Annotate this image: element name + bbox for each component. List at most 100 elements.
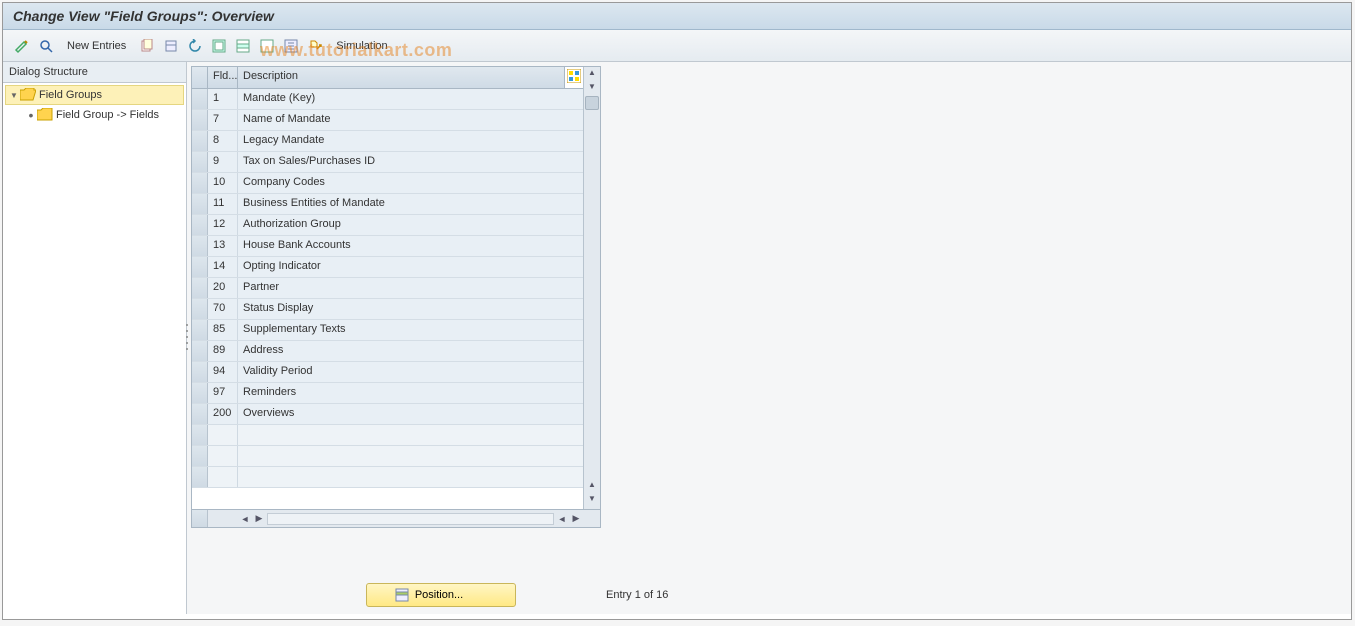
cell-fld[interactable]: 97 (208, 383, 238, 403)
cell-fld[interactable]: 20 (208, 278, 238, 298)
row-selector[interactable] (192, 194, 208, 214)
cell-fld[interactable]: 85 (208, 320, 238, 340)
table-row-empty[interactable] (192, 425, 583, 446)
cell-description[interactable]: Business Entities of Mandate (238, 194, 583, 214)
other-entry-icon[interactable] (37, 37, 55, 55)
cell-fld[interactable]: 8 (208, 131, 238, 151)
configuration-icon[interactable] (282, 37, 300, 55)
position-button[interactable]: Position... (366, 583, 516, 607)
cell-description[interactable]: Company Codes (238, 173, 583, 193)
copy-as-icon[interactable] (138, 37, 156, 55)
table-row[interactable]: 9Tax on Sales/Purchases ID (192, 152, 583, 173)
toggle-display-change-icon[interactable] (13, 37, 31, 55)
table-row[interactable]: 13House Bank Accounts (192, 236, 583, 257)
scroll-track[interactable] (584, 96, 600, 480)
table-row[interactable]: 89Address (192, 341, 583, 362)
deselect-all-icon[interactable] (258, 37, 276, 55)
cell-fld[interactable]: 13 (208, 236, 238, 256)
cell-description[interactable]: House Bank Accounts (238, 236, 583, 256)
row-selector[interactable] (192, 278, 208, 298)
cell-description[interactable]: Legacy Mandate (238, 131, 583, 151)
table-row[interactable]: 94Validity Period (192, 362, 583, 383)
scroll-thumb[interactable] (585, 96, 599, 110)
table-row[interactable]: 8Legacy Mandate (192, 131, 583, 152)
cell-fld[interactable]: 89 (208, 341, 238, 361)
row-selector[interactable] (192, 236, 208, 256)
table-row-empty[interactable] (192, 467, 583, 488)
scroll-down-step-icon[interactable]: ▲ (588, 480, 596, 494)
scroll-up-arrow-icon[interactable]: ▲ (588, 68, 596, 82)
table-row[interactable]: 1Mandate (Key) (192, 89, 583, 110)
tree-item-1[interactable]: •Field Group -> Fields (5, 105, 184, 125)
table-row[interactable]: 200Overviews (192, 404, 583, 425)
cell-fld[interactable] (208, 425, 238, 445)
cell-fld[interactable]: 11 (208, 194, 238, 214)
table-row[interactable]: 97Reminders (192, 383, 583, 404)
hscroll-prev-icon[interactable]: ▶ (252, 513, 266, 524)
row-selector[interactable] (192, 425, 208, 445)
cell-description[interactable]: Tax on Sales/Purchases ID (238, 152, 583, 172)
row-selector[interactable] (192, 404, 208, 424)
row-selector[interactable] (192, 257, 208, 277)
cell-description[interactable]: Mandate (Key) (238, 89, 583, 109)
table-row[interactable]: 14Opting Indicator (192, 257, 583, 278)
cell-description[interactable]: Overviews (238, 404, 583, 424)
column-header-description[interactable]: Description (238, 67, 565, 88)
panel-resizer[interactable] (185, 322, 189, 352)
simulation-button[interactable]: Simulation (330, 38, 393, 54)
column-header-fld[interactable]: Fld... (208, 67, 238, 88)
row-selector-header[interactable] (192, 67, 208, 88)
cell-description[interactable]: Opting Indicator (238, 257, 583, 277)
print-icon[interactable] (306, 37, 324, 55)
new-entries-button[interactable]: New Entries (61, 38, 132, 54)
hscroll-next-icon[interactable]: ◄ (555, 514, 569, 524)
table-row[interactable]: 85Supplementary Texts (192, 320, 583, 341)
table-row[interactable]: 11Business Entities of Mandate (192, 194, 583, 215)
horizontal-scrollbar[interactable]: ◄ ▶ ◄ ▶ (191, 510, 601, 528)
cell-fld[interactable]: 7 (208, 110, 238, 130)
cell-description[interactable] (238, 425, 583, 445)
row-selector[interactable] (192, 341, 208, 361)
cell-fld[interactable]: 12 (208, 215, 238, 235)
row-selector[interactable] (192, 446, 208, 466)
table-row[interactable]: 7Name of Mandate (192, 110, 583, 131)
row-selector[interactable] (192, 467, 208, 487)
cell-fld[interactable]: 10 (208, 173, 238, 193)
scroll-down-arrow-icon[interactable]: ▼ (588, 494, 596, 508)
cell-description[interactable]: Status Display (238, 299, 583, 319)
hscroll-track[interactable] (267, 513, 554, 525)
row-selector[interactable] (192, 383, 208, 403)
row-selector[interactable] (192, 89, 208, 109)
select-all-icon[interactable] (210, 37, 228, 55)
row-selector[interactable] (192, 152, 208, 172)
row-selector[interactable] (192, 110, 208, 130)
table-row[interactable]: 12Authorization Group (192, 215, 583, 236)
table-row[interactable]: 70Status Display (192, 299, 583, 320)
cell-fld[interactable] (208, 446, 238, 466)
scroll-up-step-icon[interactable]: ▼ (588, 82, 596, 96)
row-selector[interactable] (192, 320, 208, 340)
cell-description[interactable]: Authorization Group (238, 215, 583, 235)
cell-description[interactable]: Reminders (238, 383, 583, 403)
cell-fld[interactable]: 9 (208, 152, 238, 172)
vertical-scrollbar[interactable]: ▲ ▼ ▲ ▼ (583, 67, 600, 509)
hscroll-last-icon[interactable]: ▶ (569, 513, 583, 524)
select-block-icon[interactable] (234, 37, 252, 55)
cell-description[interactable] (238, 446, 583, 466)
hscroll-first-icon[interactable]: ◄ (238, 514, 252, 524)
table-row-empty[interactable] (192, 446, 583, 467)
row-selector[interactable] (192, 131, 208, 151)
cell-fld[interactable]: 200 (208, 404, 238, 424)
cell-description[interactable]: Address (238, 341, 583, 361)
table-settings-icon[interactable] (565, 67, 583, 88)
cell-description[interactable]: Validity Period (238, 362, 583, 382)
cell-fld[interactable]: 94 (208, 362, 238, 382)
collapse-icon[interactable]: ▼ (8, 91, 20, 100)
expand-icon[interactable]: • (25, 107, 37, 123)
cell-description[interactable]: Partner (238, 278, 583, 298)
delete-icon[interactable] (162, 37, 180, 55)
row-selector[interactable] (192, 362, 208, 382)
cell-description[interactable]: Supplementary Texts (238, 320, 583, 340)
table-row[interactable]: 10Company Codes (192, 173, 583, 194)
cell-description[interactable]: Name of Mandate (238, 110, 583, 130)
